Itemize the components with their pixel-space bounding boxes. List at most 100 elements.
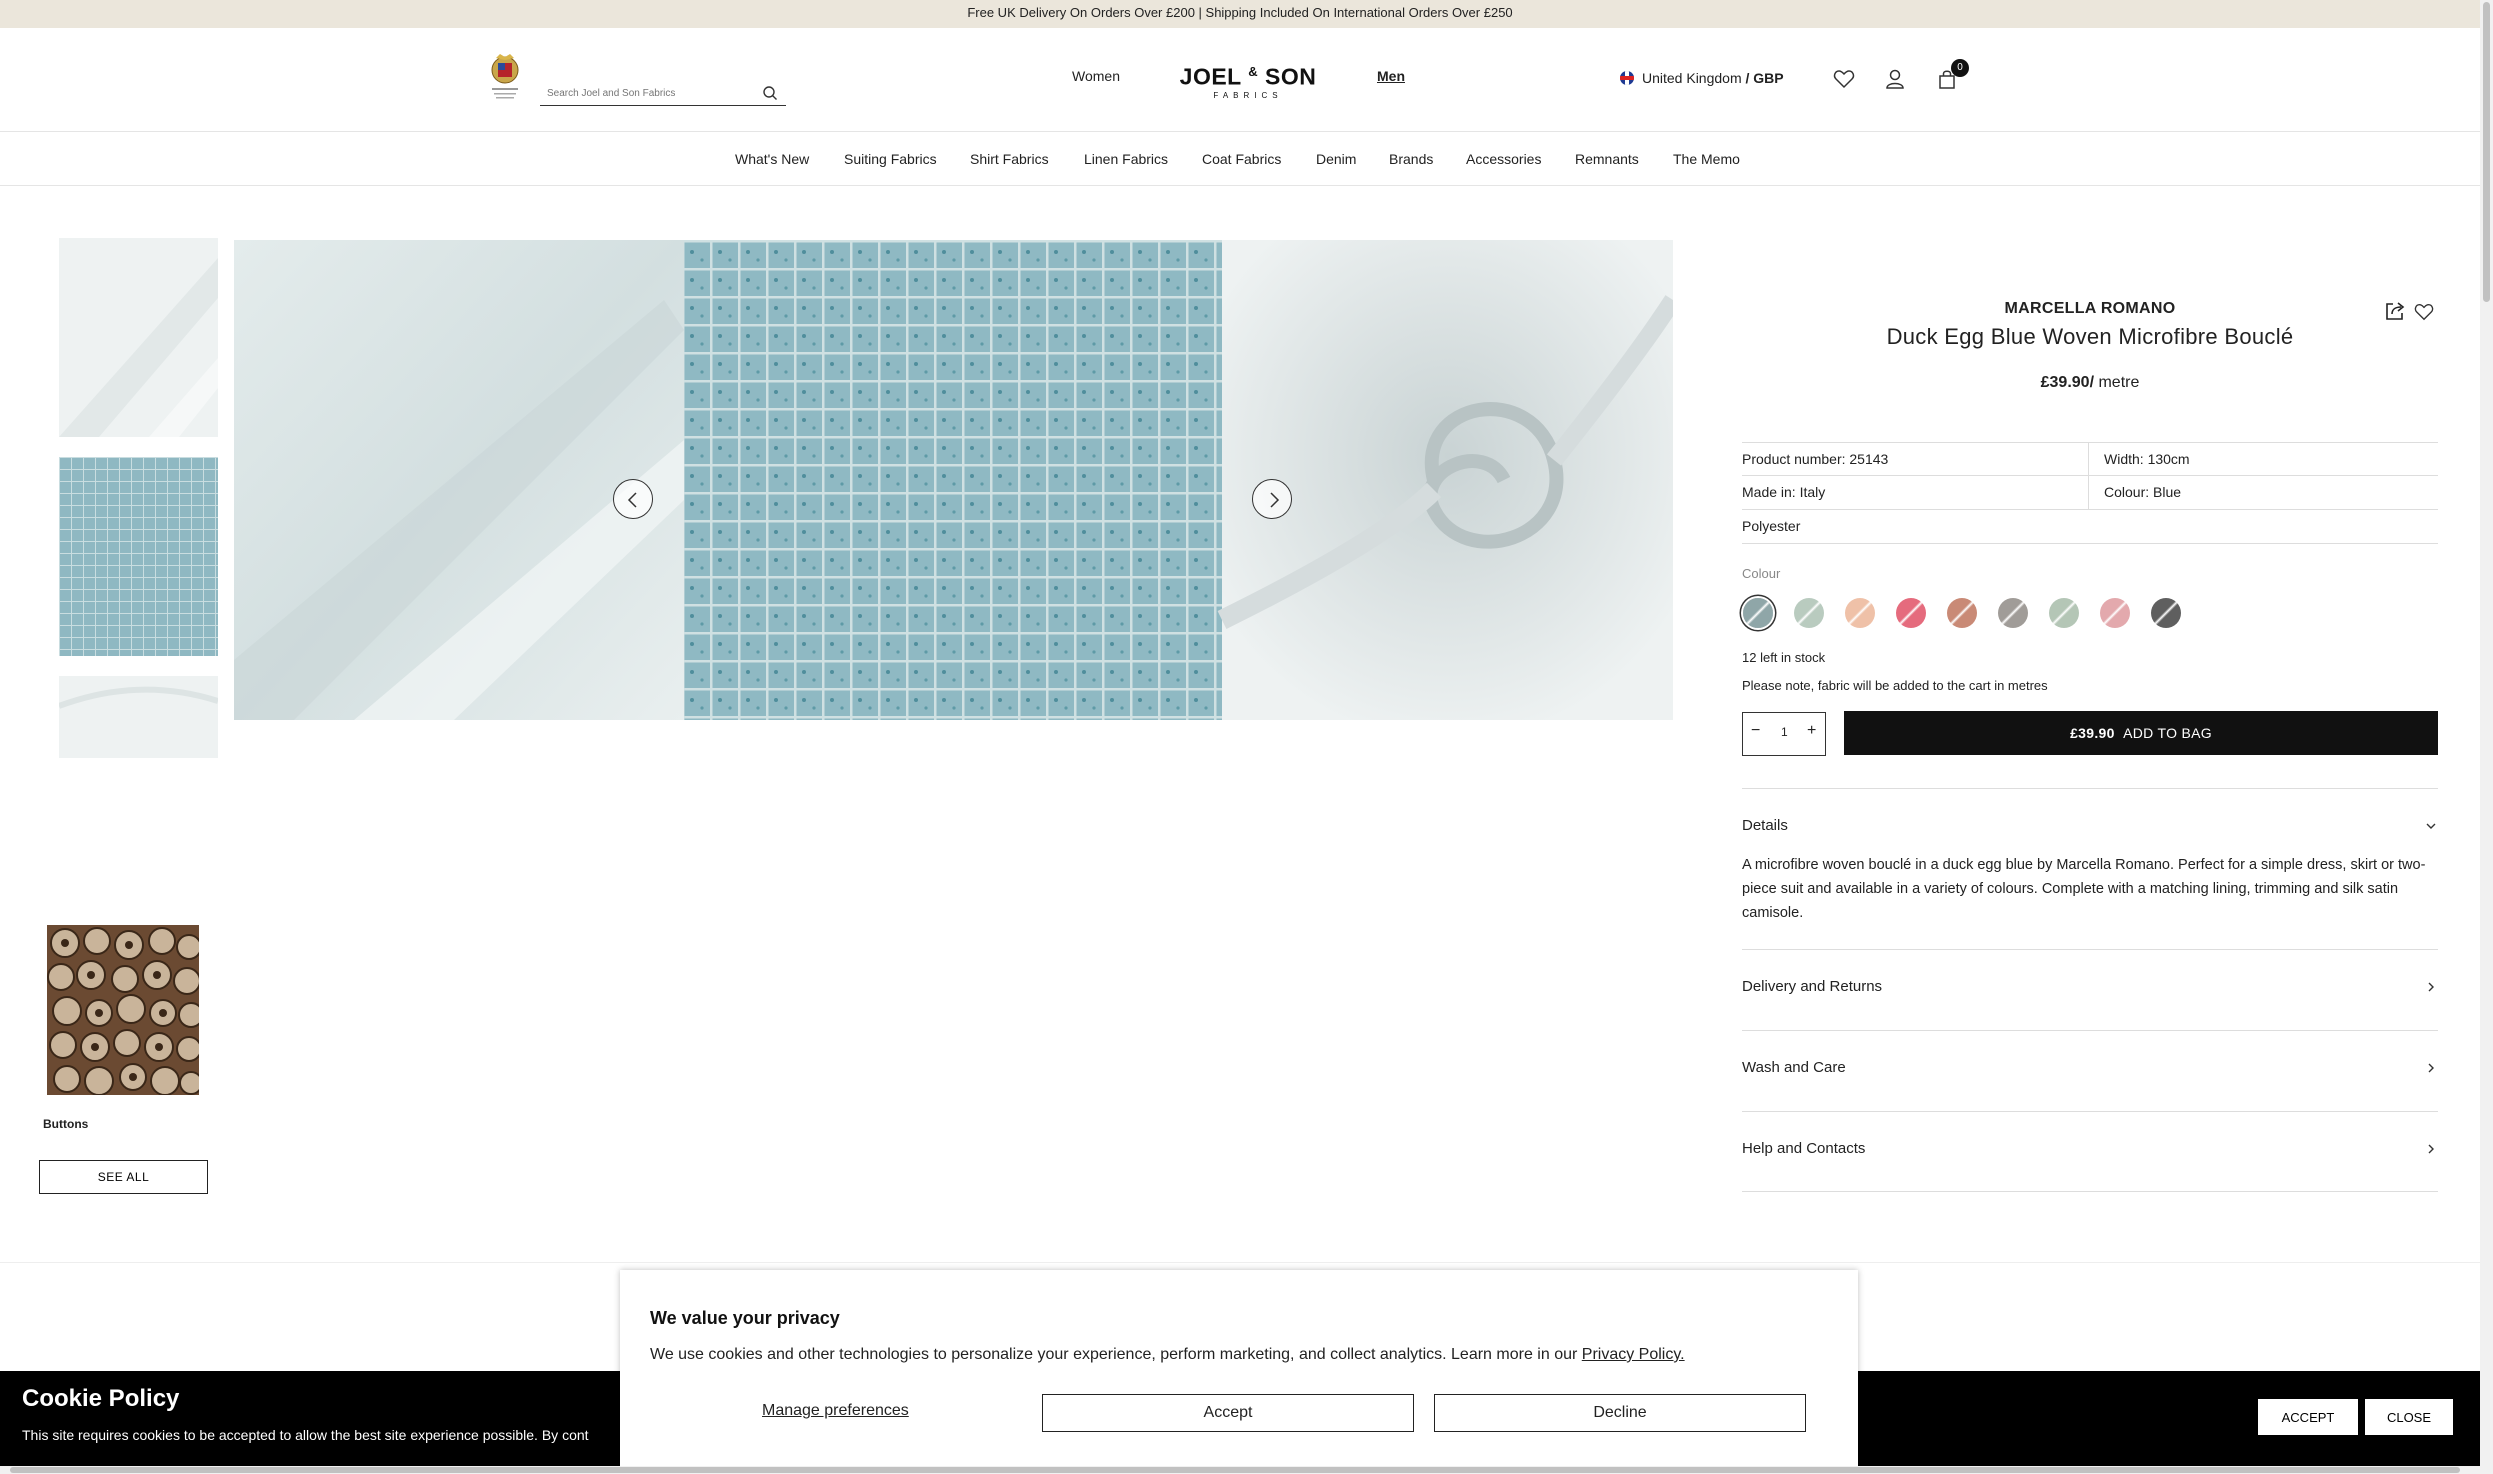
price-value: £39.90/ <box>2040 374 2095 391</box>
fabric-thumbnail-swirl <box>59 676 218 758</box>
favourite-icon[interactable] <box>2414 302 2434 322</box>
quantity-stepper[interactable]: − 1 + <box>1742 712 1826 756</box>
colour-swatch[interactable] <box>1845 598 1875 628</box>
delivery-title[interactable]: Delivery and Returns <box>1742 978 1882 995</box>
men-link[interactable]: Men <box>1377 66 1405 86</box>
buttons-category-image[interactable] <box>47 925 199 1095</box>
manage-preferences-button[interactable]: Manage preferences <box>762 1402 909 1420</box>
privacy-body: We use cookies and other technologies to… <box>650 1346 1582 1363</box>
site-header: Women JOEL & SON FABRICS Men United King… <box>0 28 2480 132</box>
thumbnail-2[interactable] <box>59 457 218 656</box>
cart-count-badge: 0 <box>1951 59 1969 77</box>
accordion-details[interactable]: Details A microfibre woven bouclé in a d… <box>1742 788 2438 948</box>
colour-swatch[interactable] <box>2151 598 2181 628</box>
buttons-category-label[interactable]: Buttons <box>43 1117 88 1131</box>
chevron-left-icon <box>627 492 637 508</box>
colour-swatch[interactable] <box>1947 598 1977 628</box>
privacy-accept-button[interactable]: Accept <box>1042 1394 1414 1432</box>
qty-minus-button[interactable]: − <box>1751 722 1760 740</box>
colour-swatch[interactable] <box>2100 598 2130 628</box>
colour-swatch[interactable] <box>1794 598 1824 628</box>
country-label: United Kingdom <box>1642 70 1742 86</box>
privacy-text: We use cookies and other technologies to… <box>650 1346 1685 1364</box>
chevron-right-icon <box>1270 492 1280 508</box>
wishlist-icon[interactable] <box>1833 68 1855 90</box>
prev-image-button[interactable] <box>613 479 653 519</box>
spec-row: Product number: 25143 Width: 130cm <box>1742 442 2438 477</box>
scrollbar-thumb[interactable] <box>2483 2 2490 302</box>
qty-plus-button[interactable]: + <box>1807 722 1816 740</box>
nav-item-denim[interactable]: Denim <box>1316 149 1356 169</box>
product-title: Duck Egg Blue Woven Microfibre Bouclé <box>1886 324 2294 349</box>
nav-item-linen-fabrics[interactable]: Linen Fabrics <box>1084 149 1168 169</box>
chevron-right-icon[interactable] <box>2424 980 2438 994</box>
nav-item-coat-fabrics[interactable]: Coat Fabrics <box>1202 149 1281 169</box>
women-link[interactable]: Women <box>1072 66 1120 86</box>
cart-note: Please note, fabric will be added to the… <box>1742 678 2048 693</box>
cookie-text: This site requires cookies to be accepte… <box>22 1427 589 1443</box>
spec-row: Made in: Italy Colour: Blue <box>1742 476 2438 510</box>
thumbnail-1[interactable] <box>59 238 218 437</box>
next-image-button[interactable] <box>1252 479 1292 519</box>
qty-value[interactable]: 1 <box>1781 725 1788 739</box>
nav-item-shirt-fabrics[interactable]: Shirt Fabrics <box>970 149 1049 169</box>
spec-row: Polyester <box>1742 510 2438 544</box>
account-icon[interactable] <box>1884 68 1906 90</box>
product-price: £39.90/ metre <box>1742 374 2438 392</box>
privacy-policy-link[interactable]: Privacy Policy. <box>1582 1346 1685 1363</box>
add-to-bag-price: £39.90 <box>2070 725 2115 741</box>
spec-composition: Polyester <box>1742 518 1801 534</box>
logo-subtitle: FABRICS <box>1213 90 1283 100</box>
wash-title[interactable]: Wash and Care <box>1742 1059 1846 1076</box>
product-main-image <box>234 240 1673 720</box>
product-brand[interactable]: MARCELLA ROMANO <box>1742 300 2438 318</box>
search-input[interactable] <box>540 82 750 104</box>
locale-selector[interactable]: United Kingdom / GBP <box>1620 68 1784 88</box>
details-title[interactable]: Details <box>1742 817 1788 834</box>
chevron-right-icon[interactable] <box>2424 1142 2438 1156</box>
logo-joel: JOEL <box>1179 63 1242 90</box>
search-box[interactable] <box>540 82 786 106</box>
thumbnail-3[interactable] <box>59 676 218 758</box>
vertical-scrollbar[interactable] <box>2480 0 2493 1474</box>
cookie-title: Cookie Policy <box>22 1385 180 1412</box>
privacy-decline-button[interactable]: Decline <box>1434 1394 1806 1432</box>
royal-warrant-crest-icon <box>491 54 519 99</box>
spec-made-in: Made in: Italy <box>1742 484 1826 500</box>
privacy-title: We value your privacy <box>650 1308 840 1328</box>
chevron-down-icon[interactable] <box>2424 819 2438 833</box>
nav-item-accessories[interactable]: Accessories <box>1466 149 1541 169</box>
announcement-bar: Free UK Delivery On Orders Over £200 | S… <box>0 0 2480 28</box>
nav-item-remnants[interactable]: Remnants <box>1575 149 1639 169</box>
colour-swatch[interactable] <box>1998 598 2028 628</box>
colour-swatch[interactable] <box>1743 598 1773 628</box>
nav-item-the-memo[interactable]: The Memo <box>1673 149 1740 169</box>
colour-swatch[interactable] <box>1896 598 1926 628</box>
search-icon[interactable] <box>762 85 778 101</box>
currency-label: GBP <box>1753 70 1784 86</box>
nav-item-whats-new[interactable]: What's New <box>735 149 809 169</box>
share-icon[interactable] <box>2384 300 2406 322</box>
add-to-bag-button[interactable]: £39.90 ADD TO BAG <box>1844 711 2438 755</box>
cookie-accept-button[interactable]: ACCEPT <box>2258 1399 2358 1435</box>
product-specs: Product number: 25143 Width: 130cm Made … <box>1742 442 2438 544</box>
see-all-button[interactable]: SEE ALL <box>39 1160 208 1194</box>
chevron-right-icon[interactable] <box>2424 1061 2438 1075</box>
help-title[interactable]: Help and Contacts <box>1742 1140 1865 1157</box>
colour-swatch[interactable] <box>2049 598 2079 628</box>
logo-amp: & <box>1248 64 1259 79</box>
hscrollbar-thumb[interactable] <box>10 1467 2460 1473</box>
accordion-help[interactable]: Help and Contacts <box>1742 1111 2438 1192</box>
price-unit: metre <box>2094 374 2140 391</box>
uk-flag-icon <box>1620 71 1634 85</box>
cookie-close-button[interactable]: CLOSE <box>2365 1399 2453 1435</box>
nav-item-brands[interactable]: Brands <box>1389 149 1433 169</box>
accordion-delivery[interactable]: Delivery and Returns <box>1742 949 2438 1030</box>
nav-item-suiting-fabrics[interactable]: Suiting Fabrics <box>844 149 937 169</box>
footer-divider <box>0 1262 2480 1263</box>
add-to-bag-label: ADD TO BAG <box>2123 725 2212 741</box>
horizontal-scrollbar[interactable] <box>0 1466 2480 1474</box>
site-logo[interactable]: JOEL & SON FABRICS <box>1168 58 1328 102</box>
accordion-wash[interactable]: Wash and Care <box>1742 1030 2438 1111</box>
spec-width: Width: 130cm <box>2104 451 2190 467</box>
